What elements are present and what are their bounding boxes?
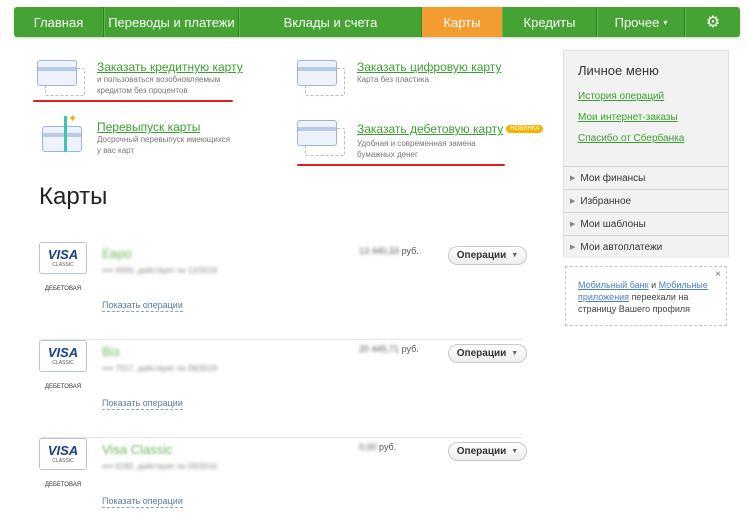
order-digital-card-desc: Карта без пластика <box>357 75 429 84</box>
top-nav: Главная Переводы и платежи Вклады и счет… <box>14 7 740 37</box>
sidebar-link-spasibo[interactable]: Спасибо от Сбербанка <box>578 133 684 144</box>
chevron-down-icon: ▼ <box>511 350 519 357</box>
sidebar-menu: ▶ Мои финансы ▶ Избранное ▶ Мои шаблоны ▶ Мо… <box>564 166 728 258</box>
order-debit-card-link[interactable]: Заказать дебетовую карту <box>357 122 503 136</box>
personal-menu: Личное меню История операций Мои интерне… <box>563 50 729 258</box>
card-balance: 13 440,33 руб. <box>359 246 419 256</box>
digital-card-icon <box>297 60 347 98</box>
sidebar-item-finances[interactable]: ▶ Мои финансы <box>564 166 728 189</box>
chevron-down-icon: ▼ <box>511 252 519 259</box>
chevron-down-icon: ▾ <box>663 17 668 27</box>
nav-more-label: Прочее <box>614 14 660 30</box>
nav-transfers[interactable]: Переводы и платежи <box>104 7 239 37</box>
card-row: VISA CLASSIC ДЕБЕТОВАЯ Visa Classic •••• … <box>39 438 527 516</box>
show-operations-link[interactable]: Показать операции <box>102 300 183 312</box>
mobile-bank-link[interactable]: Мобильный банк <box>578 280 649 290</box>
settings-button[interactable]: ⚙ <box>685 7 740 37</box>
sidebar-item-autopayments[interactable]: ▶ Мои автоплатежи <box>564 235 728 258</box>
operations-button[interactable]: Операции ▼ <box>448 246 527 265</box>
card-balance: 0,00 руб. <box>359 442 397 452</box>
nav-deposits[interactable]: Вклады и счета <box>239 7 422 37</box>
show-operations-link[interactable]: Показать операции <box>102 398 183 410</box>
chevron-right-icon: ▶ <box>570 175 576 182</box>
profile-notice: × Мобильный банк и Мобильные приложения … <box>565 266 727 326</box>
reissue-card-desc: Досрочный перевыпуск имеющихся <box>97 135 231 144</box>
reissue-card-icon: ✦ <box>42 113 92 158</box>
show-operations-link[interactable]: Показать операции <box>102 496 183 508</box>
gear-icon: ⚙ <box>705 14 721 31</box>
star-icon: ✦ <box>68 113 78 125</box>
card-type-label: ДЕБЕТОВАЯ <box>44 384 82 390</box>
sidebar-item-templates[interactable]: ▶ Мои шаблоны <box>564 212 728 235</box>
chevron-right-icon: ▶ <box>570 221 576 228</box>
order-debit-card-desc: Удобная и современная замена <box>357 139 476 148</box>
reissue-card-desc: у вас карт <box>97 146 135 155</box>
visa-card-logo: VISA CLASSIC <box>39 340 87 372</box>
chevron-right-icon: ▶ <box>570 244 576 251</box>
credit-card-icon <box>37 60 87 98</box>
nav-credits[interactable]: Кредиты <box>502 7 597 37</box>
close-icon[interactable]: × <box>715 269 721 281</box>
sidebar-link-history[interactable]: История операций <box>578 91 664 102</box>
order-credit-card-link[interactable]: Заказать кредитную карту <box>97 60 243 74</box>
reissue-card-tile: ✦ Перевыпуск карты Досрочный перевыпуск … <box>42 113 231 158</box>
order-credit-card-tile: Заказать кредитную карту и пользоваться … <box>37 60 243 98</box>
card-name-link[interactable]: Віз <box>102 344 120 359</box>
order-credit-card-desc: кредитом без процентов <box>97 86 188 95</box>
chevron-down-icon: ▼ <box>511 448 519 455</box>
nav-more[interactable]: Прочее ▾ <box>597 7 685 37</box>
card-type-label: ДЕБЕТОВАЯ <box>44 286 82 292</box>
personal-menu-title: Личное меню <box>578 63 659 78</box>
card-meta: •••• 0182, действует по 03/2016 <box>102 462 217 471</box>
nav-cards[interactable]: Карты <box>422 7 502 37</box>
operations-button[interactable]: Операции ▼ <box>448 344 527 363</box>
order-credit-card-desc: и пользоваться возобновляемым <box>97 75 221 84</box>
visa-card-logo: VISA CLASSIC <box>39 242 87 274</box>
card-name-link[interactable]: Евро <box>102 246 132 261</box>
highlight-underline <box>297 164 505 166</box>
card-name-link[interactable]: Visa Classic <box>102 442 173 457</box>
card-balance: 20 445,71 руб. <box>359 344 419 354</box>
card-row: VISA CLASSIC ДЕБЕТОВАЯ Віз •••• 7017, дей… <box>39 340 527 438</box>
card-type-label: ДЕБЕТОВАЯ <box>44 482 82 488</box>
nav-main[interactable]: Главная <box>14 7 104 37</box>
debit-card-icon <box>297 120 347 158</box>
card-meta: •••• 0000, действует по 12/2019 <box>102 266 217 275</box>
new-badge: НОВИНКА <box>506 124 544 133</box>
order-digital-card-link[interactable]: Заказать цифровую карту <box>357 60 501 74</box>
card-row: VISA CLASSIC ДЕБЕТОВАЯ Евро •••• 0000, де… <box>39 242 527 340</box>
sidebar-item-favorites[interactable]: ▶ Избранное <box>564 189 728 212</box>
chevron-right-icon: ▶ <box>570 198 576 205</box>
reissue-card-link[interactable]: Перевыпуск карты <box>97 120 230 134</box>
order-digital-card-tile: Заказать цифровую карту Карта без пласти… <box>297 60 501 98</box>
visa-card-logo: VISA CLASSIC <box>39 438 87 470</box>
page-title: Карты <box>39 183 108 210</box>
sidebar-link-orders[interactable]: Мои интернет-заказы <box>578 112 678 123</box>
highlight-underline <box>33 100 233 102</box>
card-meta: •••• 7017, действует по 09/2019 <box>102 364 217 373</box>
operations-button[interactable]: Операции ▼ <box>448 442 527 461</box>
order-debit-card-tile: Заказать дебетовую карту НОВИНКА Удобная … <box>297 120 544 160</box>
order-debit-card-desc: бумажных денег <box>357 150 418 159</box>
